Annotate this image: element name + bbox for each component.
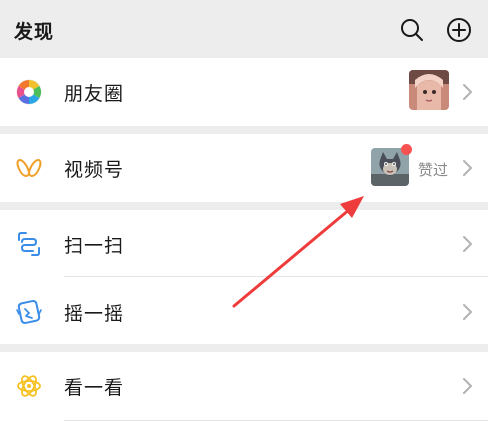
search-icon[interactable] [399,17,425,43]
page-title: 发现 [14,21,55,43]
chevron-right-icon [463,160,472,176]
chevron-right-icon [463,84,472,100]
channels-group: 视频号 赞过 [0,134,488,202]
divider [64,420,488,421]
menu-item-scan[interactable]: 扫一扫 [0,210,488,278]
shake-icon [16,300,42,324]
plus-circle-icon[interactable] [446,17,472,43]
top-stories-group: 看一看 [0,352,488,422]
scan-icon [18,232,40,256]
moments-group: 朋友圈 [0,58,488,126]
moments-thumbnail [409,70,449,110]
notification-dot [401,144,412,155]
liked-status: 赞过 [418,161,449,179]
chevron-right-icon [463,378,472,394]
menu-item-channels[interactable]: 视频号 赞过 [0,134,488,202]
divider [64,276,488,277]
scan-shake-group: 扫一扫 摇一摇 [0,210,488,344]
chevron-right-icon [463,236,472,252]
menu-item-label: 看一看 [64,377,125,399]
menu-item-shake[interactable]: 摇一摇 [0,278,488,346]
menu-item-label: 视频号 [64,159,125,181]
moments-aperture-icon [16,79,42,105]
channels-butterfly-icon [16,159,42,177]
menu-item-label: 朋友圈 [64,83,125,105]
top-stories-icon [17,375,41,397]
menu-item-moments[interactable]: 朋友圈 [0,58,488,126]
chevron-right-icon [463,304,472,320]
menu-item-label: 扫一扫 [64,235,125,257]
menu-item-top-stories[interactable]: 看一看 [0,352,488,420]
menu-item-label: 摇一摇 [64,303,125,325]
top-bar: 发现 [0,0,488,58]
